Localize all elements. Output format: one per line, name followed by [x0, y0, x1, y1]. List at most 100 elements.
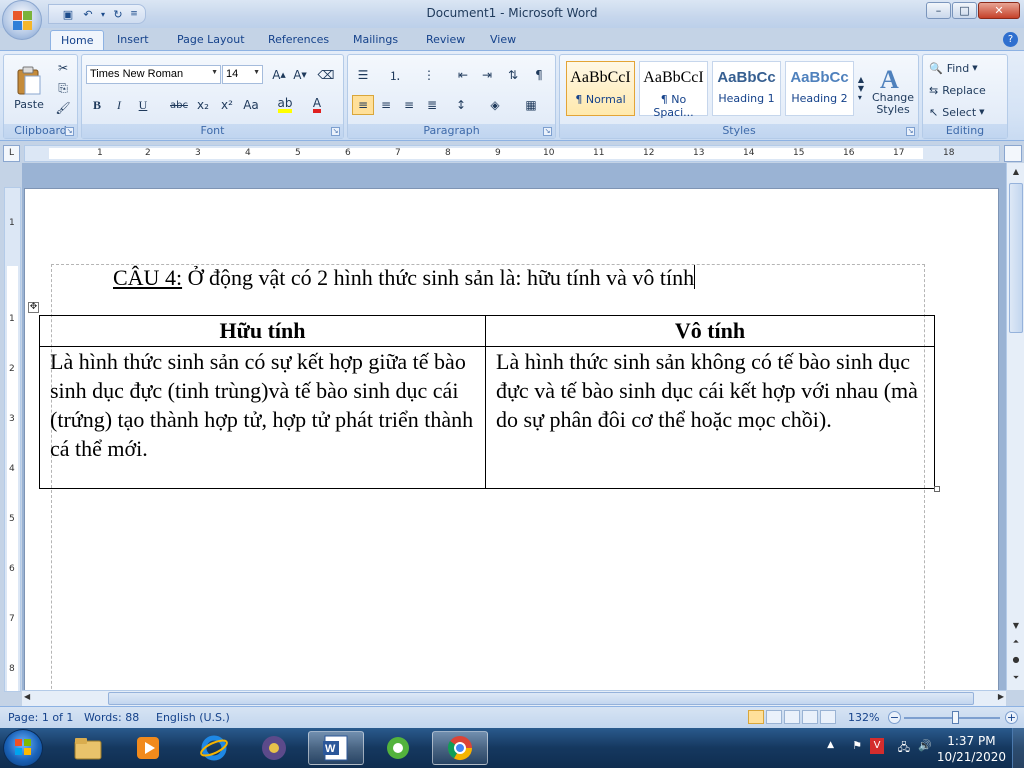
italic-icon[interactable]: I [108, 95, 130, 115]
web-layout-icon[interactable] [784, 710, 800, 724]
document-canvas[interactable]: CÂU 4: Ở động vật có 2 hình thức sinh sả… [22, 163, 1006, 690]
styles-launcher-icon[interactable]: ↘ [906, 127, 915, 136]
numbering-icon[interactable]: ⒈ [384, 65, 406, 85]
word-taskbar-icon[interactable]: W [308, 731, 364, 765]
internet-explorer-taskbar-icon[interactable] [186, 731, 242, 765]
font-launcher-icon[interactable]: ↘ [331, 127, 340, 136]
cell-sexual[interactable]: Là hình thức sinh sản có sự kết hợp giữa… [39, 346, 486, 489]
increase-indent-icon[interactable]: ⇥ [476, 65, 498, 85]
format-painter-icon[interactable]: 🖌 [52, 98, 74, 118]
subscript-icon[interactable]: x₂ [192, 95, 214, 115]
bold-icon[interactable]: B [86, 95, 108, 115]
print-layout-icon[interactable] [748, 710, 764, 724]
close-button[interactable]: ✕ [978, 2, 1020, 19]
outline-icon[interactable] [802, 710, 818, 724]
highlight-icon[interactable]: ab [274, 95, 296, 115]
header-asexual[interactable]: Vô tính [485, 315, 935, 347]
volume-icon[interactable]: 🔊 [918, 739, 932, 752]
style-heading-2[interactable]: AaBbCc Heading 2 [785, 61, 854, 116]
style-normal[interactable]: AaBbCcI ¶ Normal [566, 61, 635, 116]
explorer-taskbar-icon[interactable] [60, 731, 116, 765]
zoom-out-icon[interactable]: − [888, 711, 901, 724]
tab-view[interactable]: View [480, 30, 526, 50]
superscript-icon[interactable]: x² [216, 95, 238, 115]
paragraph-launcher-icon[interactable]: ↘ [543, 127, 552, 136]
justify-icon[interactable]: ≣ [421, 95, 443, 115]
draft-icon[interactable] [820, 710, 836, 724]
header-sexual[interactable]: Hữu tính [39, 315, 486, 347]
network-icon[interactable]: 🖧 [898, 739, 910, 758]
full-screen-reading-icon[interactable] [766, 710, 782, 724]
paste-button[interactable]: Paste [10, 58, 48, 118]
clear-formatting-icon[interactable]: ⌫ [315, 65, 337, 85]
styles-scroll-icon[interactable]: ▲ ▼ ▾ [855, 61, 867, 116]
font-color-icon[interactable]: A [306, 95, 328, 115]
media-player-taskbar-icon[interactable] [120, 731, 176, 765]
find-button[interactable]: 🔍 Find ▼ [929, 59, 978, 77]
bullets-icon[interactable]: ☰ [352, 65, 374, 85]
zoom-knob[interactable] [952, 711, 959, 724]
previous-page-icon[interactable]: ⏶ [1009, 635, 1023, 649]
media-app-taskbar-icon[interactable] [246, 731, 302, 765]
zoom-in-icon[interactable]: + [1005, 711, 1018, 724]
copy-icon[interactable]: ⎘ [52, 78, 74, 98]
zoom-slider[interactable]: − + [888, 711, 1018, 725]
align-center-icon[interactable]: ≡ [375, 95, 397, 115]
vertical-scroll-thumb[interactable] [1009, 183, 1023, 333]
table-move-handle-icon[interactable]: ✥ [28, 302, 39, 313]
vertical-ruler[interactable]: 1 1 2 3 4 5 6 7 8 [4, 187, 21, 692]
sort-icon[interactable]: ⇅ [502, 65, 524, 85]
scroll-down-icon[interactable]: ▼ [1009, 619, 1023, 633]
style-no-spacing[interactable]: AaBbCcI ¶ No Spaci... [639, 61, 708, 119]
next-page-icon[interactable]: ⏷ [1009, 671, 1023, 685]
horizontal-scroll-thumb[interactable] [108, 692, 974, 705]
align-right-icon[interactable]: ≡ [398, 95, 420, 115]
action-center-flag-icon[interactable]: ⚑ [852, 739, 862, 752]
tab-review[interactable]: Review [416, 30, 475, 50]
document-page[interactable]: CÂU 4: Ở động vật có 2 hình thức sinh sả… [24, 188, 999, 690]
zoom-level[interactable]: 132% [848, 711, 879, 724]
clipboard-launcher-icon[interactable]: ↘ [65, 127, 74, 136]
table-resize-handle[interactable] [934, 486, 940, 492]
green-app-taskbar-icon[interactable] [370, 731, 426, 765]
tab-mailings[interactable]: Mailings [343, 30, 408, 50]
borders-icon[interactable]: ▦ [520, 95, 542, 115]
align-left-icon[interactable]: ≡ [352, 95, 374, 115]
change-styles-button[interactable]: A Change Styles [870, 59, 916, 121]
tab-home[interactable]: Home [50, 30, 105, 50]
tray-expand-icon[interactable]: ▲ [827, 740, 834, 750]
start-button[interactable] [3, 729, 43, 767]
scroll-right-icon[interactable]: ▶ [998, 692, 1004, 701]
office-button[interactable] [2, 0, 42, 40]
scroll-up-icon[interactable]: ▲ [1009, 165, 1023, 179]
tab-references[interactable]: References [258, 30, 339, 50]
comparison-table[interactable]: Hữu tính Vô tính Là hình thức sinh sản c… [39, 315, 935, 489]
show-desktop-button[interactable] [1012, 728, 1024, 768]
chrome-taskbar-icon[interactable] [432, 731, 488, 765]
line-spacing-icon[interactable]: ↕ [450, 95, 472, 115]
question-heading[interactable]: CÂU 4: Ở động vật có 2 hình thức sinh sả… [113, 265, 696, 291]
select-browse-object-icon[interactable]: ● [1009, 653, 1023, 667]
vertical-scrollbar[interactable]: ▲ ▼ ⏶ ● ⏷ [1006, 163, 1024, 690]
horizontal-scrollbar[interactable]: ◀ ▶ [22, 690, 1006, 706]
shading-icon[interactable]: ◈ [484, 95, 506, 115]
view-ruler-icon[interactable] [1004, 145, 1022, 162]
grow-font-icon[interactable]: A ▲ [268, 65, 290, 85]
minimize-button[interactable]: – [926, 2, 951, 19]
maximize-button[interactable]: □ [952, 2, 977, 19]
page-count[interactable]: Page: 1 of 1 [8, 711, 73, 724]
style-heading-1[interactable]: AaBbCc Heading 1 [712, 61, 781, 116]
clock[interactable]: 1:37 PM 10/21/2020 [937, 733, 1006, 765]
change-case-icon[interactable]: Aa [240, 95, 262, 115]
cut-icon[interactable]: ✂ [52, 58, 74, 78]
cell-asexual[interactable]: Là hình thức sinh sản không có tế bào si… [485, 346, 935, 489]
font-size-combo[interactable]: 14 ▼ [222, 65, 263, 84]
scroll-left-icon[interactable]: ◀ [24, 692, 30, 701]
multilevel-list-icon[interactable]: ⋮ [418, 65, 440, 85]
horizontal-ruler[interactable]: 1 2 3 4 5 6 7 8 9 10 11 12 13 14 15 16 1… [24, 145, 1000, 162]
select-button[interactable]: ↖ Select ▼ [929, 103, 985, 121]
font-name-combo[interactable]: Times New Roman ▼ [86, 65, 221, 84]
help-icon[interactable]: ? [1003, 32, 1018, 47]
tab-selector[interactable]: L [3, 145, 20, 162]
tab-insert[interactable]: Insert [107, 30, 159, 50]
